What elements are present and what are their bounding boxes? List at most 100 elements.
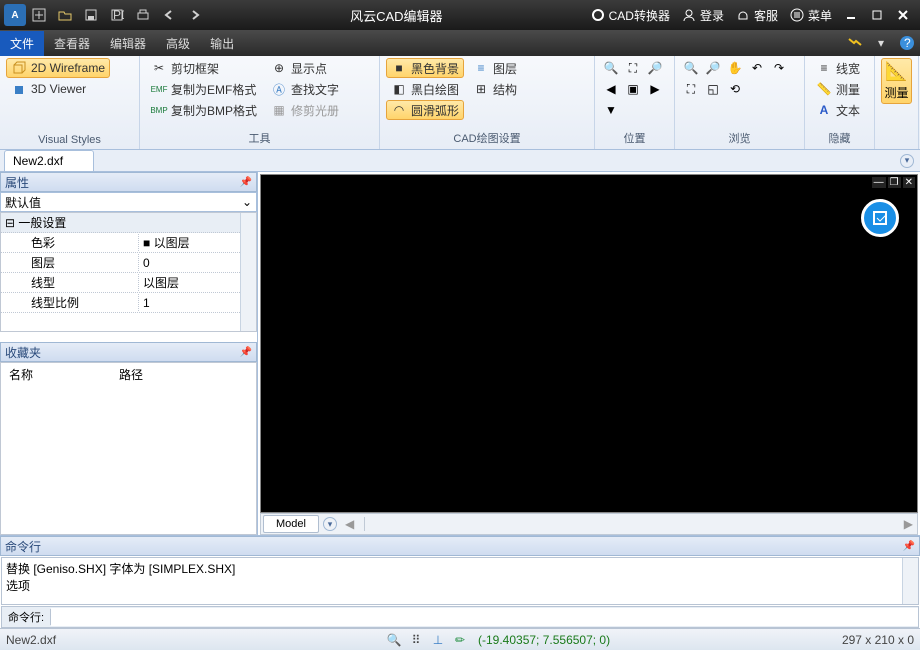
pin-icon[interactable]: 📌: [240, 177, 252, 188]
wireframe-2d-button[interactable]: 2D Wireframe: [6, 58, 110, 78]
text-icon: A: [816, 102, 832, 118]
pin-icon[interactable]: 📌: [903, 541, 915, 552]
svg-text:PDF: PDF: [113, 8, 124, 22]
fullscreen-icon[interactable]: ▾: [870, 32, 892, 54]
copy-emf-button[interactable]: EMF复制为EMF格式: [146, 79, 262, 99]
polar-icon[interactable]: ✏: [452, 632, 468, 648]
save-icon[interactable]: [80, 4, 102, 26]
pan-center-icon[interactable]: ▣: [623, 79, 643, 99]
pan-icon[interactable]: ✋: [725, 58, 745, 78]
struct-icon: ⊞: [473, 81, 489, 97]
zoom-win-icon[interactable]: 🔍: [601, 58, 621, 78]
undo-icon[interactable]: [158, 4, 180, 26]
status-bar: New2.dxf 🔍 ⠿ ⊥ ✏ (-19.40357; 7.556507; 0…: [0, 628, 920, 650]
document-tab[interactable]: New2.dxf: [4, 150, 94, 171]
zoom-icon[interactable]: 🔎: [645, 58, 665, 78]
group-label-tools: 工具: [146, 129, 373, 147]
group-label-browse: 浏览: [681, 129, 798, 147]
bw-icon: ◧: [391, 81, 407, 97]
tab-expand-icon[interactable]: ▾: [900, 154, 914, 168]
command-header: 命令行📌: [0, 536, 920, 556]
arc-smooth-button[interactable]: ◠圆滑弧形: [386, 100, 464, 120]
viewer-3d-button[interactable]: 3D Viewer: [6, 79, 110, 99]
bw-draw-button[interactable]: ◧黑白绘图: [386, 79, 464, 99]
properties-table: ⊟ 一般设置 色彩■ 以图层 图层0 线型以图层 线型比例1: [0, 212, 257, 332]
prop-row[interactable]: 色彩■ 以图层: [1, 233, 256, 253]
orbit-icon[interactable]: ⟲: [725, 79, 745, 99]
zoom-all-icon[interactable]: ⛶: [681, 79, 701, 99]
black-bg-button[interactable]: ■黑色背景: [386, 58, 464, 78]
cad-converter-button[interactable]: CAD转换器: [591, 7, 670, 24]
save-pdf-icon[interactable]: PDF: [106, 4, 128, 26]
layer-button[interactable]: ≡图层: [468, 58, 522, 78]
trim-button[interactable]: ▦修剪光册: [266, 100, 344, 120]
zoom-sel-icon[interactable]: ◱: [703, 79, 723, 99]
text-button[interactable]: A文本: [811, 100, 865, 120]
svg-text:?: ?: [904, 36, 911, 50]
canvas-restore-icon[interactable]: ❐: [888, 177, 901, 188]
drawing-canvas[interactable]: — ❐ ✕: [260, 174, 918, 513]
measure-button[interactable]: 📏测量: [811, 79, 865, 99]
measure-big-button[interactable]: 📐 测量: [881, 58, 912, 104]
redo-icon[interactable]: [184, 4, 206, 26]
menu-file[interactable]: 文件: [0, 31, 44, 56]
next-view-icon[interactable]: ↷: [769, 58, 789, 78]
struct-button[interactable]: ⊞结构: [468, 79, 522, 99]
command-input[interactable]: [51, 608, 918, 626]
open-icon[interactable]: [54, 4, 76, 26]
print-icon[interactable]: [132, 4, 154, 26]
prop-section[interactable]: ⊟ 一般设置: [1, 213, 256, 233]
help-icon[interactable]: ?: [896, 32, 918, 54]
prop-row[interactable]: 线型以图层: [1, 273, 256, 293]
menu-advanced[interactable]: 高级: [156, 31, 200, 56]
close-button[interactable]: [892, 4, 914, 26]
style-dropdown-icon[interactable]: [844, 32, 866, 54]
menu-editor[interactable]: 编辑器: [100, 31, 156, 56]
cube3d-icon: [11, 81, 27, 97]
canvas-min-icon[interactable]: —: [872, 177, 886, 188]
model-tab[interactable]: Model: [263, 515, 319, 533]
menu-output[interactable]: 输出: [200, 31, 244, 56]
maximize-button[interactable]: [866, 4, 888, 26]
scroll-right-icon[interactable]: ▶: [904, 517, 913, 531]
minimize-button[interactable]: [840, 4, 862, 26]
properties-default-dropdown[interactable]: 默认值⌄: [0, 192, 257, 212]
scroll-left-icon[interactable]: ◀: [345, 517, 354, 531]
h-scrollbar[interactable]: [364, 517, 894, 531]
menu-button[interactable]: 菜单: [790, 7, 832, 24]
arc-icon: ◠: [391, 102, 407, 118]
prev-view-icon[interactable]: ↶: [747, 58, 767, 78]
new-icon[interactable]: [28, 4, 50, 26]
clip-icon: ✂: [151, 60, 167, 76]
fav-col-name: 名称: [9, 366, 119, 383]
zoom-out-icon[interactable]: 🔎: [703, 58, 723, 78]
pan-down-icon[interactable]: ▼: [601, 100, 621, 120]
canvas-close-icon[interactable]: ✕: [903, 177, 915, 188]
scrollbar[interactable]: [240, 213, 256, 331]
layer-icon: ≡: [473, 60, 489, 76]
zoom-ext-icon[interactable]: ⛶: [623, 58, 643, 78]
pan-left-icon[interactable]: ◀: [601, 79, 621, 99]
clip-frame-button[interactable]: ✂剪切框架: [146, 58, 262, 78]
command-line: 命令行:: [1, 606, 919, 628]
menu-viewer[interactable]: 查看器: [44, 31, 100, 56]
show-point-button[interactable]: ⊕显示点: [266, 58, 344, 78]
copy-bmp-button[interactable]: BMP复制为BMP格式: [146, 100, 262, 120]
zoom-in-icon[interactable]: 🔍: [681, 58, 701, 78]
group-label-hide: 隐藏: [811, 129, 868, 147]
prop-row[interactable]: 图层0: [1, 253, 256, 273]
floating-action-button[interactable]: [861, 199, 899, 237]
snap-icon[interactable]: 🔍: [386, 632, 402, 648]
service-button[interactable]: 客服: [736, 7, 778, 24]
prop-row[interactable]: 线型比例1: [1, 293, 256, 313]
model-expand-icon[interactable]: ▾: [323, 517, 337, 531]
scrollbar[interactable]: [902, 558, 918, 604]
grid-icon[interactable]: ⠿: [408, 632, 424, 648]
pan-right-icon[interactable]: ▶: [645, 79, 665, 99]
ortho-icon[interactable]: ⊥: [430, 632, 446, 648]
model-bar: Model ▾ ◀ ▶: [260, 513, 918, 535]
find-text-button[interactable]: Ⓐ查找文字: [266, 79, 344, 99]
lineweight-button[interactable]: ≡线宽: [811, 58, 865, 78]
pin-icon[interactable]: 📌: [240, 347, 252, 358]
login-button[interactable]: 登录: [682, 7, 724, 24]
